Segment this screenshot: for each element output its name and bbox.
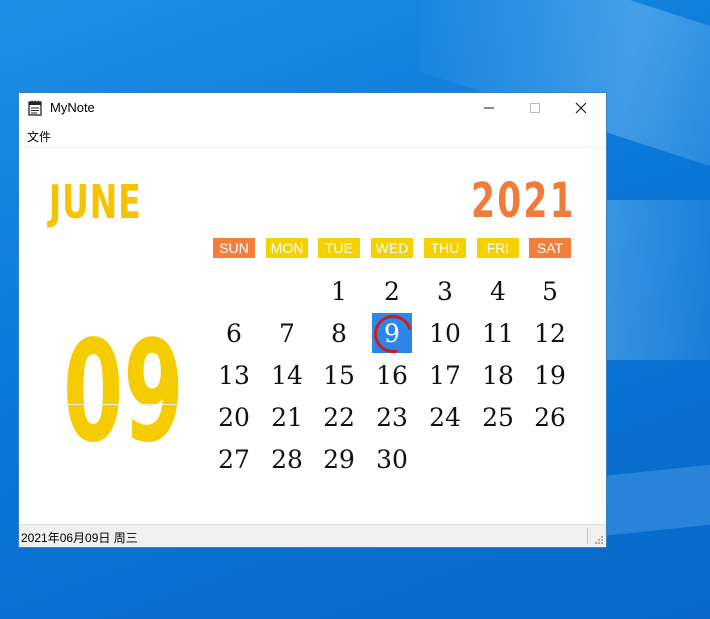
calendar-day[interactable]: 30 (372, 439, 412, 479)
status-bar: 2021年06月09日 周三 (19, 524, 606, 547)
calendar-day-selected[interactable]: 9 (367, 308, 419, 360)
month-name: JUNE (49, 175, 142, 229)
day-number: 1 (331, 276, 347, 306)
calendar-day[interactable]: 11 (478, 313, 518, 353)
day-number: 3 (437, 276, 453, 306)
day-number: 26 (534, 402, 566, 432)
calendar-day[interactable]: 17 (425, 355, 465, 395)
notepad-icon (28, 100, 42, 116)
calendar-day[interactable]: 4 (478, 271, 518, 311)
calendar-day[interactable]: 22 (319, 397, 359, 437)
day-number: 24 (429, 402, 461, 432)
window-title: MyNote (50, 100, 95, 115)
weekday-tue: TUE (318, 238, 360, 258)
menu-bar: 文件 (19, 125, 606, 148)
weekday-sun: SUN (213, 238, 255, 258)
flip-divider (63, 404, 183, 405)
calendar-day[interactable]: 19 (530, 355, 570, 395)
calendar-day[interactable]: 12 (530, 313, 570, 353)
day-number: 7 (279, 318, 295, 348)
calendar-day[interactable]: 25 (478, 397, 518, 437)
resize-grip-icon[interactable] (594, 535, 604, 545)
day-number: 5 (542, 276, 558, 306)
day-number: 22 (323, 402, 355, 432)
day-number: 10 (429, 318, 461, 348)
calendar-day[interactable]: 18 (478, 355, 518, 395)
calendar-day[interactable]: 28 (267, 439, 307, 479)
calendar-day[interactable]: 14 (267, 355, 307, 395)
weekday-sat: SAT (529, 238, 571, 258)
day-number: 2 (384, 276, 400, 306)
weekday-thu: THU (424, 238, 466, 258)
day-number: 4 (490, 276, 506, 306)
calendar-day[interactable]: 10 (425, 313, 465, 353)
status-date: 2021年06月09日 周三 (21, 531, 138, 545)
minimize-button[interactable] (466, 93, 512, 123)
calendar-day[interactable]: 24 (425, 397, 465, 437)
day-number: 6 (226, 318, 242, 348)
weekday-mon: MON (266, 238, 308, 258)
calendar-day[interactable]: 13 (214, 355, 254, 395)
calendar-day[interactable]: 26 (530, 397, 570, 437)
calendar-day[interactable]: 21 (267, 397, 307, 437)
calendar-day[interactable]: 1 (319, 271, 359, 311)
calendar-day[interactable]: 16 (372, 355, 412, 395)
status-separator (587, 528, 588, 544)
calendar-day[interactable]: 3 (425, 271, 465, 311)
day-number: 28 (271, 444, 303, 474)
day-number: 15 (323, 360, 355, 390)
wallpaper-light-beam (600, 463, 710, 537)
day-number: 16 (376, 360, 408, 390)
day-number: 20 (218, 402, 250, 432)
weekday-fri: FRI (477, 238, 519, 258)
calendar-day[interactable]: 15 (319, 355, 359, 395)
calendar-day[interactable]: 23 (372, 397, 412, 437)
maximize-button[interactable] (512, 93, 558, 123)
wallpaper-light-beam (600, 200, 710, 360)
minimize-icon (484, 107, 494, 109)
day-number: 11 (482, 318, 514, 348)
calendar-day[interactable]: 20 (214, 397, 254, 437)
title-bar[interactable]: MyNote (19, 93, 606, 123)
day-number: 18 (482, 360, 514, 390)
calendar-day[interactable]: 2 (372, 271, 412, 311)
calendar-day[interactable]: 6 (214, 313, 254, 353)
day-number: 8 (331, 318, 347, 348)
calendar-day[interactable]: 27 (214, 439, 254, 479)
day-number: 30 (376, 444, 408, 474)
day-number: 23 (376, 402, 408, 432)
close-button[interactable] (558, 93, 604, 123)
calendar-day[interactable]: 29 (319, 439, 359, 479)
day-number: 25 (482, 402, 514, 432)
calendar-day[interactable]: 8 (319, 313, 359, 353)
day-number: 21 (271, 402, 303, 432)
selected-day-ring-icon (367, 308, 419, 360)
calendar-day[interactable]: 5 (530, 271, 570, 311)
selected-day-big: 09 (63, 311, 184, 474)
day-number: 27 (218, 444, 250, 474)
day-number: 17 (429, 360, 461, 390)
menu-file[interactable]: 文件 (27, 128, 51, 145)
maximize-icon (530, 103, 540, 113)
weekday-wed: WED (371, 238, 413, 258)
day-number: 19 (534, 360, 566, 390)
day-number: 12 (534, 318, 566, 348)
calendar-day[interactable]: 7 (267, 313, 307, 353)
close-icon (575, 102, 587, 114)
day-number: 14 (271, 360, 303, 390)
day-number: 13 (218, 360, 250, 390)
year-label: 2021 (471, 173, 576, 229)
app-window: MyNote 文件 JUNE 2021 09 SUN MON TUE WED THU FR… (18, 92, 607, 548)
day-number: 29 (323, 444, 355, 474)
